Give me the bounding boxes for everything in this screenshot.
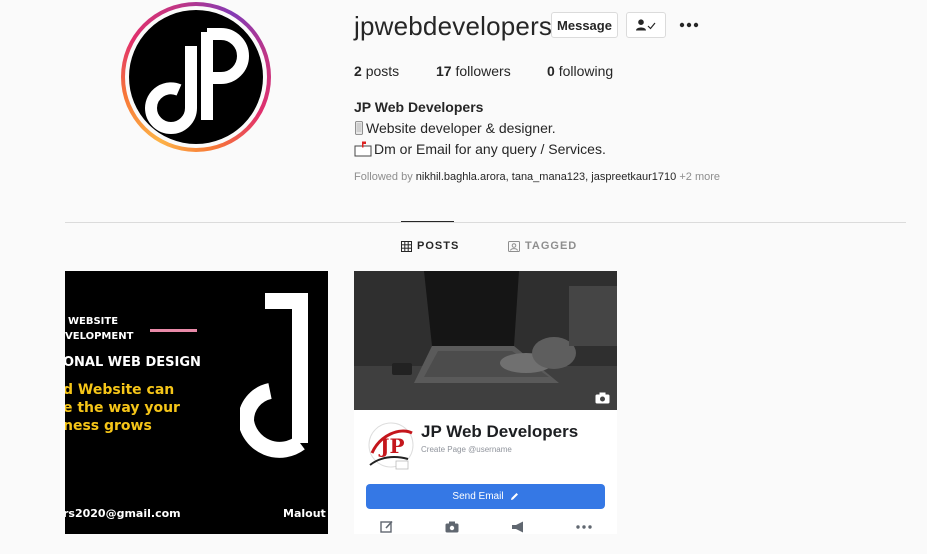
pink-accent-line bbox=[150, 329, 197, 332]
more-options-button[interactable] bbox=[676, 14, 702, 36]
profile-avatar-ring[interactable] bbox=[121, 2, 271, 152]
edit-icon bbox=[378, 519, 396, 534]
jp-logo-icon bbox=[240, 293, 308, 458]
phone-icon bbox=[355, 121, 363, 135]
mailbox-icon bbox=[354, 141, 372, 157]
avatar[interactable] bbox=[129, 10, 263, 144]
page-username-hint: Create Page @username bbox=[421, 445, 512, 454]
grid-icon bbox=[401, 240, 412, 252]
page-name: JP Web Developers bbox=[421, 422, 579, 441]
user-check-icon bbox=[636, 19, 656, 31]
laptop-illustration bbox=[354, 271, 617, 410]
page-logo-icon: JP bbox=[368, 422, 414, 470]
svg-text:JP: JP bbox=[378, 434, 405, 458]
profile-full-name: JP Web Developers bbox=[354, 99, 484, 115]
message-button[interactable]: Message bbox=[551, 12, 618, 38]
post-thumbnail-2[interactable]: JP JP Web Developers Create Page @userna… bbox=[354, 271, 617, 534]
avatar-gap bbox=[125, 6, 267, 148]
camera-icon bbox=[443, 519, 461, 534]
bio-line-1: Website developer & designer. bbox=[354, 120, 556, 136]
send-email-button: Send Email bbox=[366, 484, 605, 509]
ellipsis-icon bbox=[575, 519, 593, 534]
following-button[interactable] bbox=[626, 12, 666, 38]
followed-by-names[interactable]: nikhil.baghla.arora, tana_mana123, jaspr… bbox=[416, 171, 677, 183]
followed-by-more[interactable]: +2 more bbox=[679, 171, 720, 183]
posts-stat: 2 posts bbox=[354, 63, 400, 79]
bio-line-2: Dm or Email for any query / Services. bbox=[354, 141, 606, 157]
laptop-photo bbox=[354, 271, 617, 410]
tab-tagged[interactable]: TAGGED bbox=[508, 240, 577, 252]
tag-icon bbox=[508, 240, 520, 252]
pencil-icon bbox=[510, 493, 518, 500]
ellipsis-icon bbox=[679, 22, 699, 28]
profile-username: jpwebdevelopers bbox=[354, 11, 553, 41]
page-action-icons bbox=[354, 519, 617, 534]
active-tab-indicator bbox=[401, 221, 454, 222]
camera-icon bbox=[595, 392, 610, 404]
tabs-divider bbox=[65, 222, 906, 223]
followers-stat[interactable]: 17 followers bbox=[436, 63, 511, 79]
following-stat[interactable]: 0 following bbox=[547, 63, 613, 79]
post-thumbnail-1[interactable]: WEBSITE VELOPMENT ONAL WEB DESIGN d Webs… bbox=[65, 271, 328, 534]
jp-logo-icon bbox=[144, 28, 249, 134]
megaphone-icon bbox=[509, 519, 527, 534]
followed-by[interactable]: Followed by nikhil.baghla.arora, tana_ma… bbox=[354, 171, 720, 183]
tab-posts[interactable]: POSTS bbox=[401, 240, 459, 252]
